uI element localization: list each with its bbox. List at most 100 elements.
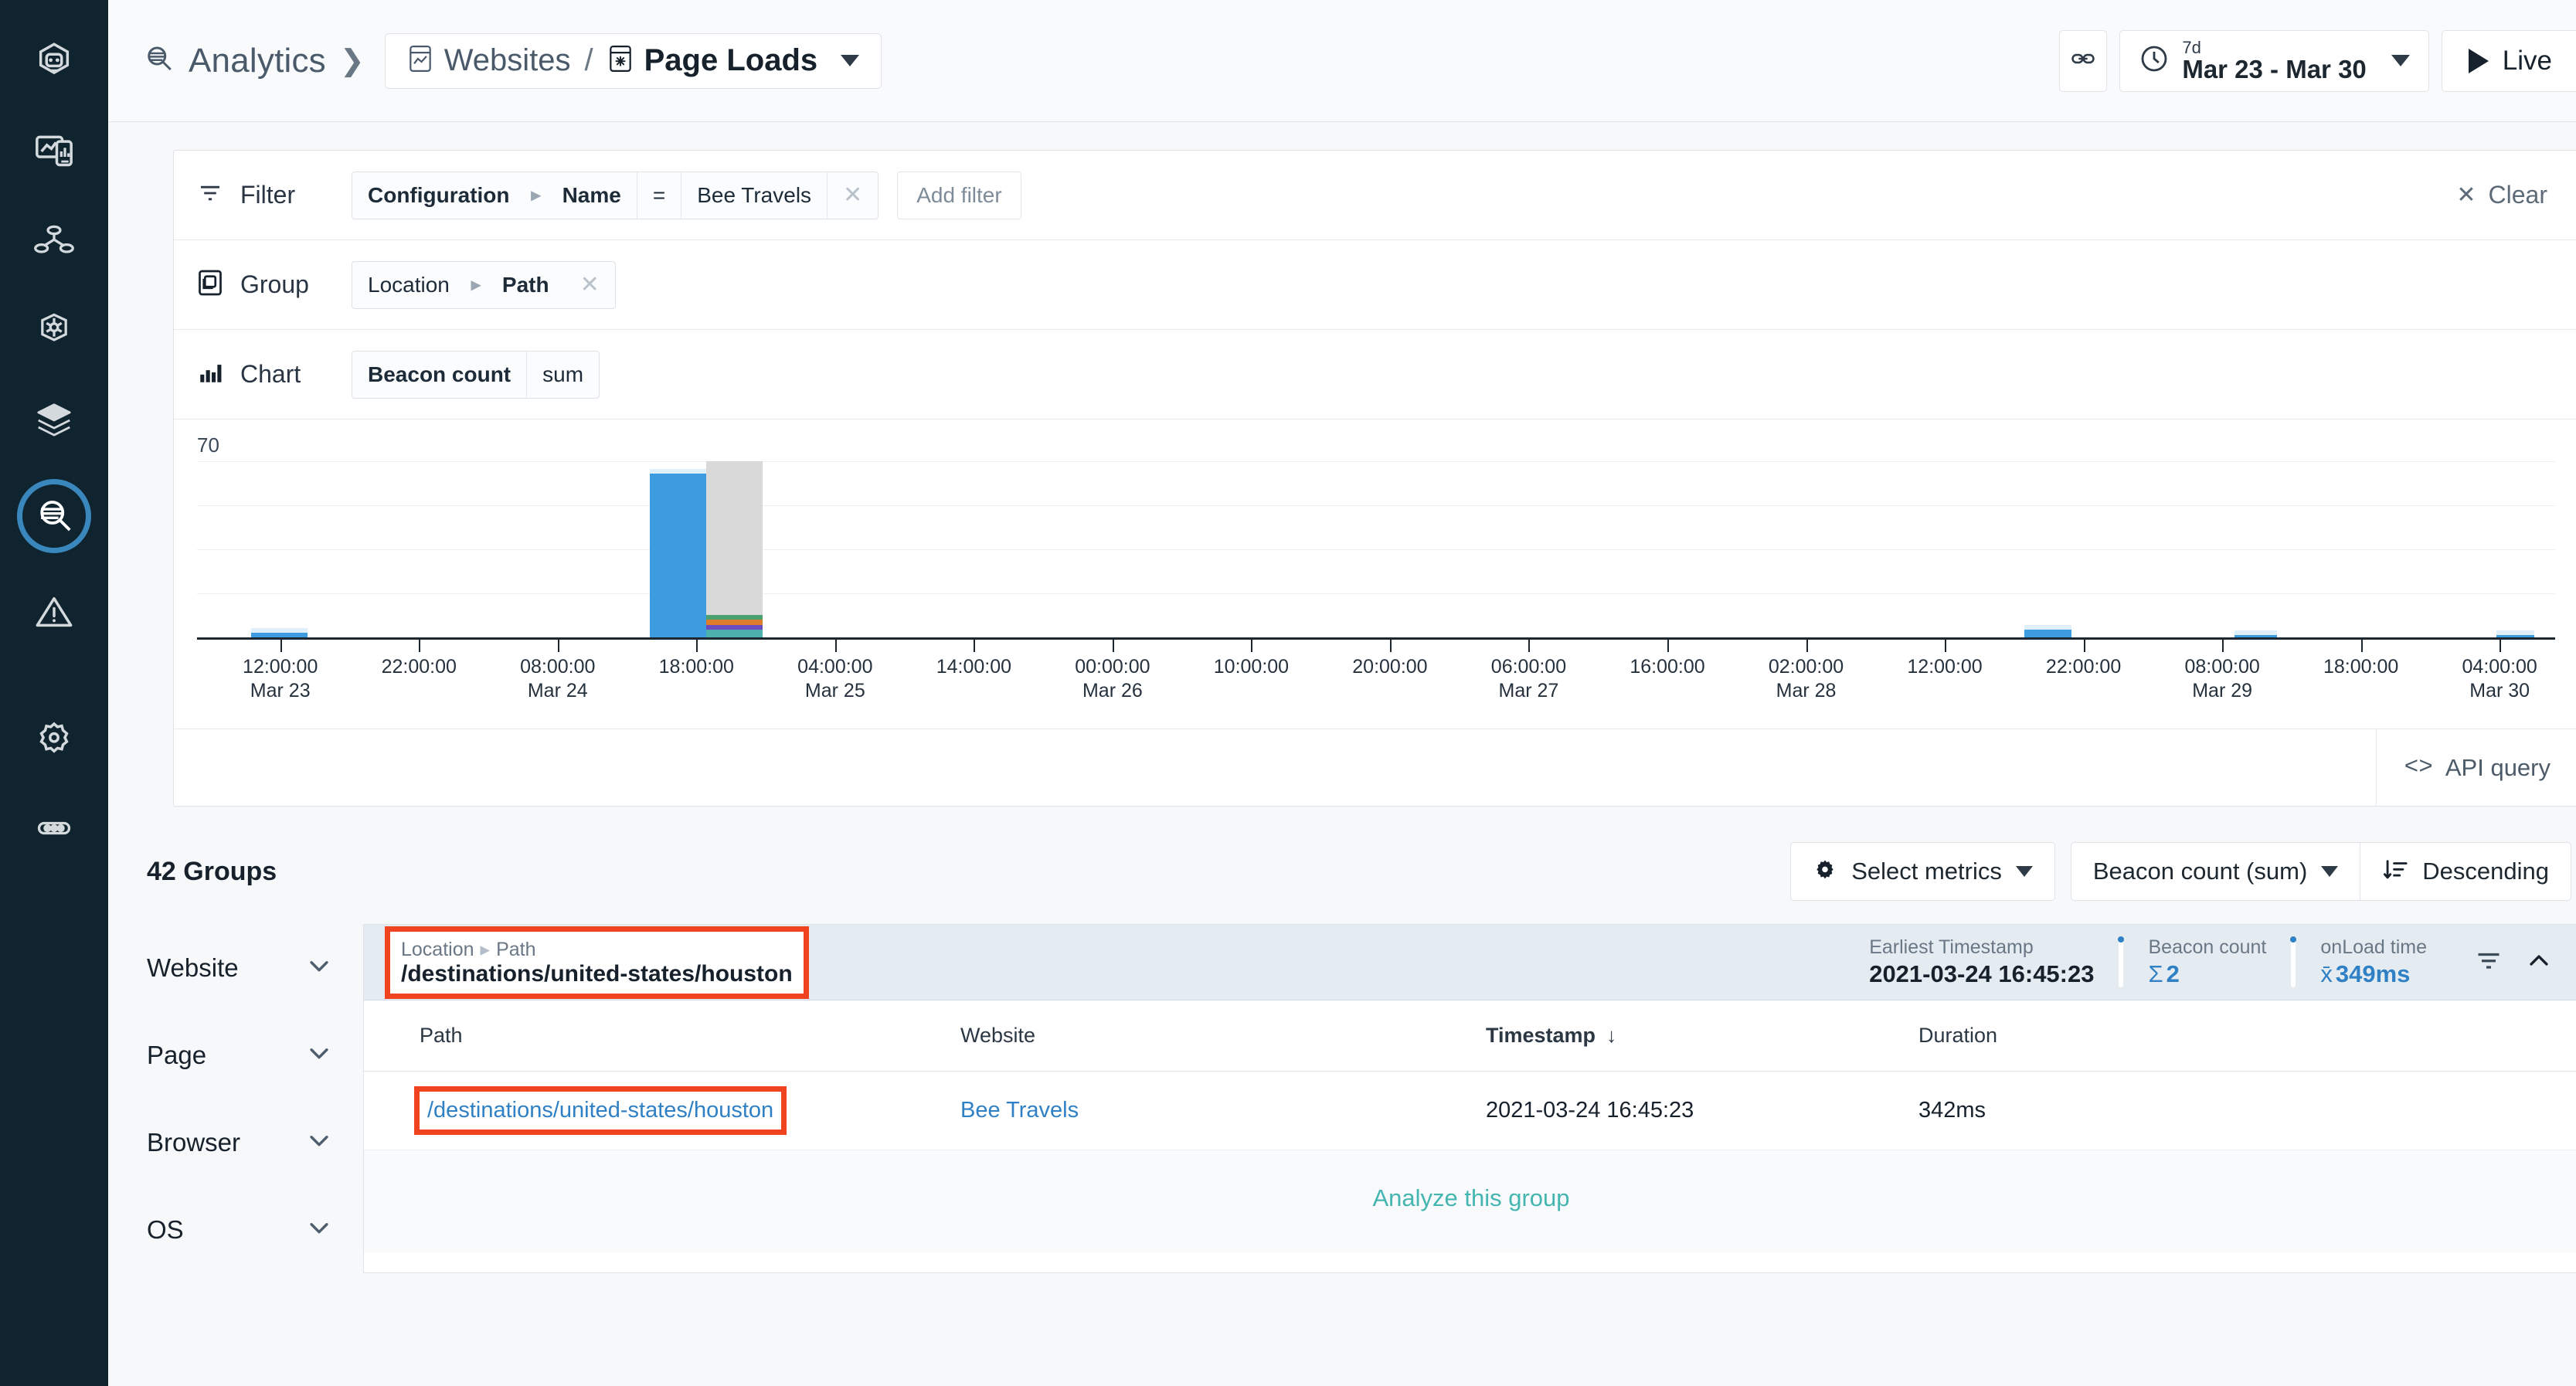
add-filter-button[interactable]: Add filter — [897, 172, 1021, 219]
chart-bars — [197, 461, 2555, 637]
chart-tick-label: 10:00:00 — [1214, 655, 1289, 679]
filter-lines-icon[interactable] — [2475, 946, 2503, 978]
chevron-down-icon[interactable] — [841, 55, 859, 66]
cell-website: Bee Travels — [960, 1072, 1486, 1150]
gear-icon — [1813, 858, 1837, 886]
sort-direction-button[interactable]: Descending — [2360, 842, 2571, 901]
chart-tick — [696, 640, 698, 652]
kubernetes-icon[interactable] — [23, 300, 85, 362]
group-key-separator: ▸ — [481, 939, 491, 960]
analyze-group-link[interactable]: Analyze this group — [1372, 1184, 1569, 1211]
api-query-button[interactable]: <> API query — [2376, 729, 2576, 806]
remove-filter-icon[interactable]: ✕ — [828, 172, 878, 219]
chart-tick — [974, 640, 975, 652]
chevron-down-icon — [2321, 866, 2338, 877]
th-timestamp[interactable]: Timestamp↓ — [1486, 1000, 1918, 1072]
chart-tick — [1528, 640, 1530, 652]
breadcrumb-parent[interactable]: Websites — [444, 43, 571, 78]
th-path[interactable]: Path — [420, 1000, 960, 1072]
chart-x-ticks: 12:00:00Mar 2322:00:0008:00:00Mar 2418:0… — [197, 640, 2555, 717]
chevron-down-icon[interactable] — [2391, 55, 2410, 66]
group-metric-label: onLoad time — [2320, 936, 2427, 960]
group-metric-value: 2021-03-24 16:45:23 — [1869, 960, 2094, 990]
group-row-header[interactable]: Location▸Path /destinations/united-state… — [364, 925, 2576, 1000]
chart-bar[interactable] — [2024, 630, 2071, 637]
bar-chart-icon — [197, 359, 223, 389]
time-range-picker[interactable]: 7d Mar 23 - Mar 30 — [2119, 30, 2428, 92]
group-label: Group — [240, 270, 309, 299]
infrastructure-icon[interactable] — [23, 210, 85, 272]
table-head: Path Website Timestamp↓ Duration — [364, 1000, 2576, 1072]
chart-plot-area[interactable] — [197, 461, 2555, 637]
group-metric-2: onLoad timex̄349ms — [2296, 936, 2452, 990]
chart-bar-segment — [706, 615, 763, 620]
chart-tick-label: 14:00:00 — [936, 655, 1011, 679]
facet-item-browser[interactable]: Browser — [147, 1099, 351, 1186]
chevron-down-icon — [2016, 866, 2033, 877]
chart-tick-label: 16:00:00 — [1630, 655, 1704, 679]
chart-metric-agg[interactable]: sum — [527, 352, 599, 398]
chart-bar-cap — [2234, 630, 2277, 635]
chart-bar-cap — [251, 628, 308, 633]
facet-item-website[interactable]: Website — [147, 924, 351, 1011]
chevron-down-icon[interactable] — [306, 1040, 332, 1070]
chevron-down-icon[interactable] — [306, 953, 332, 983]
breadcrumb-separator: / — [585, 43, 593, 78]
remove-group-icon[interactable]: ✕ — [565, 262, 615, 308]
chart-tick-label: 22:00:00 — [2046, 655, 2121, 679]
sort-control-group: Beacon count (sum) Descending — [2071, 842, 2571, 901]
path-link[interactable]: /destinations/united-states/houston — [427, 1098, 773, 1123]
copy-link-button[interactable] — [2059, 30, 2107, 92]
facet-sidebar: WebsitePage Browser OS — [134, 924, 351, 1273]
dashboard-icon[interactable] — [23, 121, 85, 182]
alert-warning-icon[interactable] — [23, 581, 85, 643]
website-link[interactable]: Bee Travels — [960, 1098, 1079, 1123]
table-header-row: Path Website Timestamp↓ Duration — [364, 1000, 2576, 1072]
filter-chip-arrow-icon: ▸ — [525, 172, 547, 219]
group-key-highlight[interactable]: Location▸Path /destinations/united-state… — [390, 932, 804, 994]
breadcrumb[interactable]: Websites / Page Loads — [385, 33, 882, 89]
facet-label: Browser — [147, 1128, 240, 1157]
facet-label: OS — [147, 1215, 184, 1245]
live-button[interactable]: Live — [2442, 30, 2576, 92]
chart-tick — [2361, 640, 2363, 652]
th-website[interactable]: Website — [960, 1000, 1486, 1072]
th-duration[interactable]: Duration — [1918, 1000, 2576, 1072]
robot-icon[interactable] — [23, 31, 85, 93]
breadcrumb-current[interactable]: Page Loads — [644, 43, 818, 78]
chevron-down-icon[interactable] — [306, 1127, 332, 1157]
facet-item-page[interactable]: Page — [147, 1011, 351, 1099]
stack-icon[interactable] — [23, 389, 85, 451]
chart-hover-band — [706, 461, 763, 637]
chart-bar[interactable] — [650, 474, 706, 637]
brand-block[interactable]: Analytics — [142, 42, 326, 80]
select-metrics-button[interactable]: Select metrics — [1790, 842, 2055, 901]
clear-filters-button[interactable]: ✕ Clear — [2456, 181, 2555, 209]
link-icon — [2070, 46, 2096, 76]
settings-gear-icon[interactable] — [23, 708, 85, 769]
select-metrics-label: Select metrics — [1851, 858, 2002, 885]
chart-tick-label: 08:00:00Mar 24 — [520, 655, 595, 704]
filter-chip[interactable]: Configuration ▸ Name = Bee Travels ✕ — [352, 172, 878, 219]
chart-tick — [1806, 640, 1808, 652]
sort-metric-select[interactable]: Beacon count (sum) — [2071, 842, 2360, 901]
chevron-up-icon[interactable] — [2526, 947, 2552, 977]
api-query-bar: <> API query — [174, 729, 2576, 806]
more-dots-icon[interactable] — [23, 797, 85, 859]
table-row[interactable]: /destinations/united-states/houston Bee … — [364, 1072, 2576, 1150]
chart-metric-chip[interactable]: Beacon count sum — [352, 351, 600, 399]
play-icon — [2469, 49, 2489, 73]
filter-label-block: Filter — [197, 180, 352, 210]
analytics-search-icon[interactable] — [17, 479, 91, 553]
facet-item-os[interactable]: OS — [147, 1186, 351, 1273]
chart-bar[interactable] — [706, 615, 763, 637]
filter-chip-operator[interactable]: = — [637, 172, 681, 219]
page-title: Analytics — [189, 42, 326, 80]
filter-chip-value[interactable]: Bee Travels — [681, 172, 827, 219]
sort-metric-label: Beacon count (sum) — [2093, 858, 2307, 885]
query-builder-card: Filter Configuration ▸ Name = Bee Travel… — [173, 150, 2576, 807]
group-chip-sub: Path — [487, 262, 565, 308]
chevron-down-icon[interactable] — [306, 1214, 332, 1245]
group-chip[interactable]: Location ▸ Path ✕ — [352, 261, 616, 309]
path-link-highlight[interactable]: /destinations/united-states/houston — [420, 1092, 781, 1130]
